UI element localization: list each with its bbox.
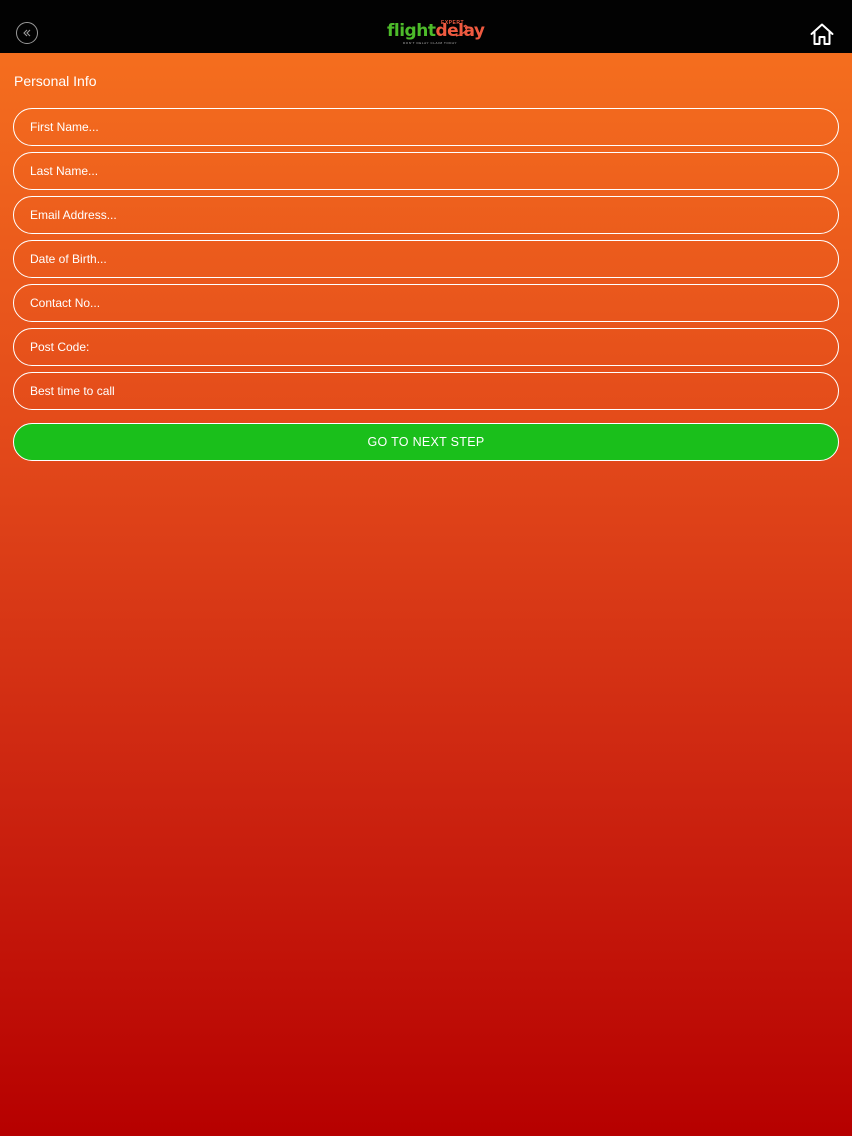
back-button[interactable] <box>16 22 38 44</box>
post-code-input[interactable] <box>13 328 839 366</box>
last-name-input[interactable] <box>13 152 839 190</box>
home-icon[interactable] <box>809 22 835 46</box>
logo-word-flight: flight <box>387 21 436 41</box>
logo-tagline: DON'T DELAY CLAIM TODAY <box>403 41 458 45</box>
next-step-button[interactable]: GO TO NEXT STEP <box>13 423 839 461</box>
email-input[interactable] <box>13 196 839 234</box>
contact-number-input[interactable] <box>13 284 839 322</box>
flight-delay-expert-logo: flightdelay EXPERT DON'T DELAY CLAIM TOD… <box>385 18 485 50</box>
section-title-personal-info: Personal Info <box>14 73 97 89</box>
chevron-double-left-icon <box>23 29 31 37</box>
top-bar: flightdelay EXPERT DON'T DELAY CLAIM TOD… <box>0 0 852 53</box>
first-name-input[interactable] <box>13 108 839 146</box>
logo-wordmark: flightdelay <box>387 21 485 41</box>
date-of-birth-input[interactable] <box>13 240 839 278</box>
plane-swoosh-icon <box>455 24 468 37</box>
best-time-to-call-input[interactable] <box>13 372 839 410</box>
